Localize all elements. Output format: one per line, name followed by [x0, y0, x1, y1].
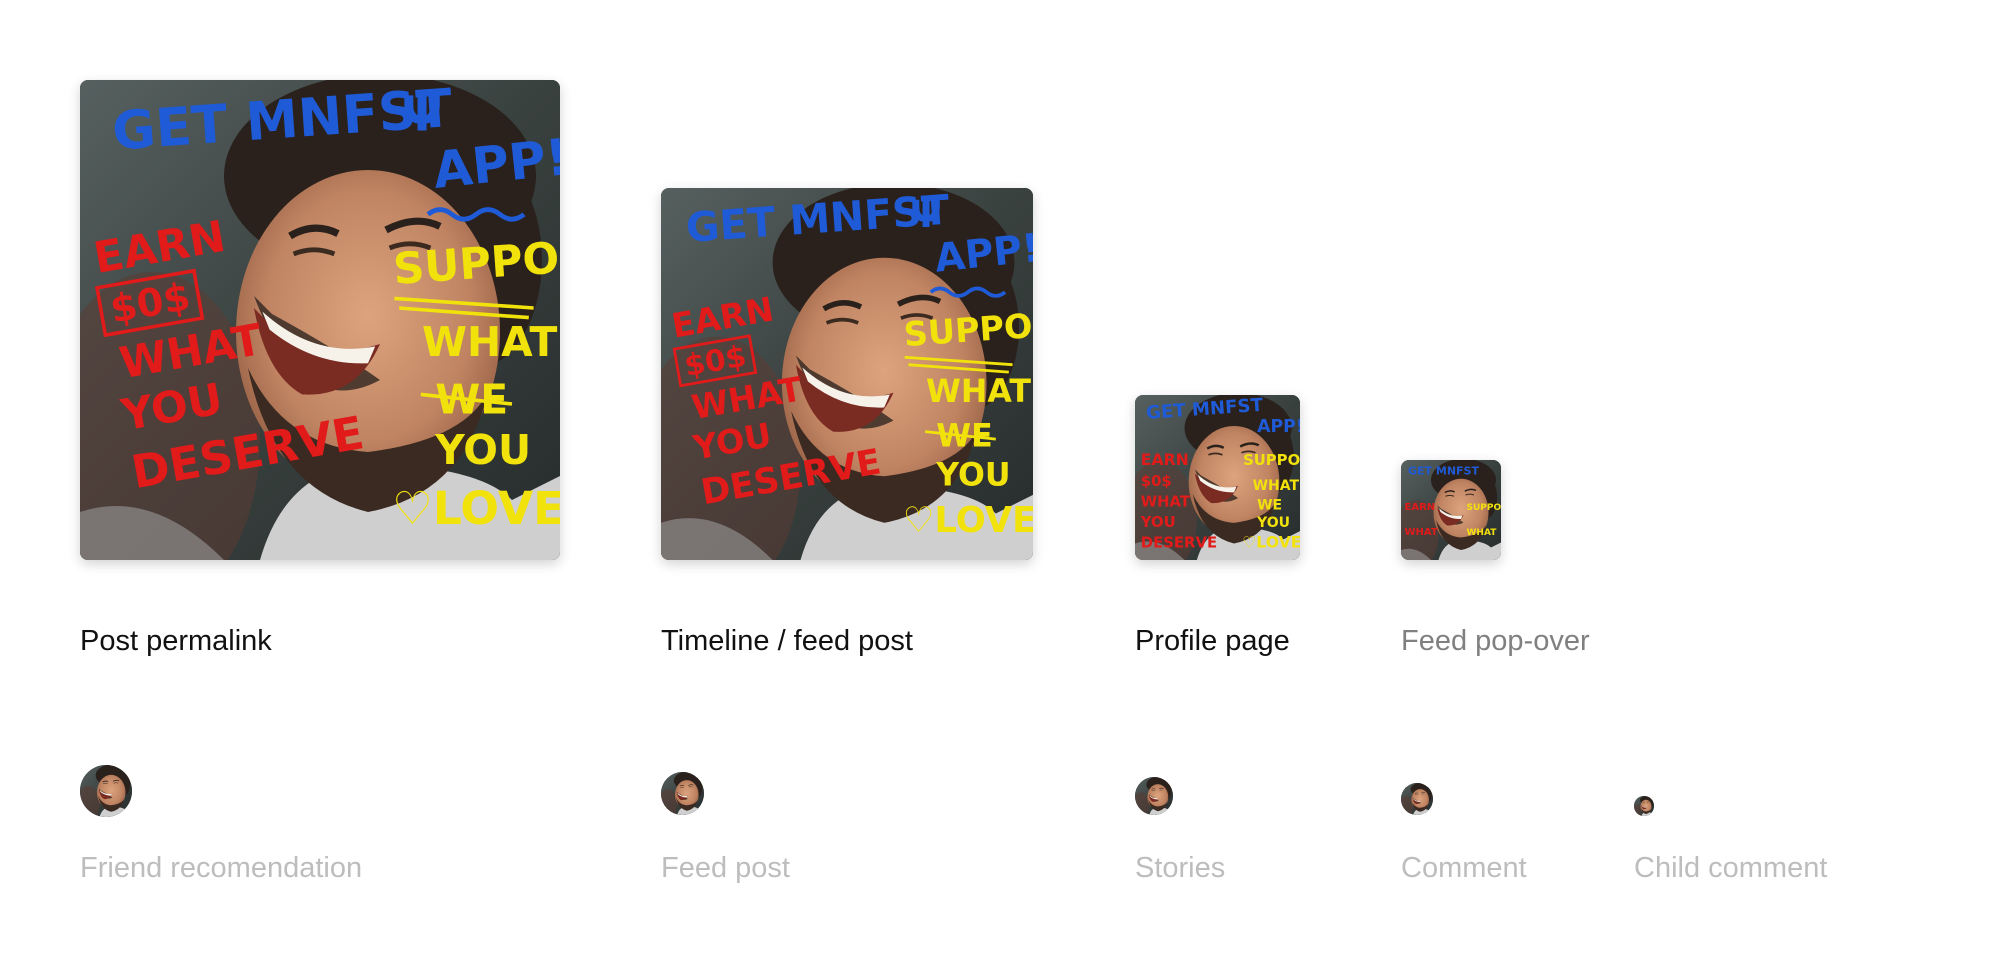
svg-text:EARN: EARN [1405, 502, 1436, 513]
svg-text:WHAT: WHAT [422, 318, 558, 366]
feed-post-label: Feed post [661, 852, 790, 884]
friend-recommendation-avatar [80, 765, 132, 817]
svg-text:YOU: YOU [434, 426, 531, 474]
svg-text:♡LOVE.: ♡LOVE. [392, 482, 560, 535]
portrait-image: GET MNFST Ψ APP! EARN $0$ WHAT YOU DESER… [661, 188, 1033, 560]
svg-text:♡LOVE.: ♡LOVE. [903, 500, 1033, 541]
svg-text:WHAT: WHAT [1467, 528, 1498, 538]
stories-avatar [1135, 777, 1173, 815]
svg-text:WHAT: WHAT [1405, 527, 1438, 538]
child-comment-avatar [1634, 796, 1654, 816]
post-permalink-label: Post permalink [80, 625, 272, 657]
feed-post-avatar [661, 772, 704, 815]
svg-text:YOU: YOU [1140, 513, 1176, 531]
svg-text:WE: WE [1257, 498, 1282, 514]
svg-text:WHAT: WHAT [1141, 492, 1191, 510]
svg-text:WHAT: WHAT [1253, 478, 1300, 494]
timeline-feed-post-label: Timeline / feed post [661, 625, 913, 657]
portrait-image: GET MNFST Ψ APP! EARN $0$ WHAT YOU DESER… [80, 80, 560, 560]
feed-popover-preview: GET MNFST EARN WHAT SUPPORT WHAT [1401, 460, 1501, 560]
svg-text:GET MNFST: GET MNFST [1408, 465, 1479, 478]
profile-page-preview: GET MNFST APP! EARN $0$ WHAT YOU DESERVE… [1135, 395, 1300, 560]
feed-popover-label: Feed pop-over [1401, 625, 1590, 657]
child-comment-label: Child comment [1634, 852, 1828, 884]
friend-recommendation-label: Friend recomendation [80, 852, 363, 884]
svg-text:Ψ: Ψ [910, 192, 942, 236]
svg-text:♡LOVE.: ♡LOVE. [1242, 533, 1300, 552]
svg-text:YOU: YOU [935, 458, 1010, 494]
svg-text:SUPPORT: SUPPORT [1243, 451, 1300, 469]
timeline-feed-post-preview: GET MNFST Ψ APP! EARN $0$ WHAT YOU DESER… [661, 188, 1033, 560]
stories-label: Stories [1135, 852, 1226, 884]
svg-text:WHAT: WHAT [926, 374, 1031, 410]
comment-avatar [1401, 783, 1433, 815]
comment-label: Comment [1401, 852, 1527, 884]
svg-text:EARN: EARN [1141, 450, 1189, 469]
profile-page-label: Profile page [1135, 625, 1290, 657]
portrait-image: GET MNFST EARN WHAT SUPPORT WHAT [1401, 460, 1501, 560]
portrait-image: GET MNFST APP! EARN $0$ WHAT YOU DESERVE… [1135, 395, 1300, 560]
svg-text:DESERVE: DESERVE [1141, 534, 1217, 552]
svg-text:$0$: $0$ [1141, 472, 1172, 490]
svg-text:YOU: YOU [1256, 515, 1290, 531]
svg-text:APP!: APP! [1257, 417, 1300, 437]
post-permalink-preview: GET MNFST Ψ APP! EARN $0$ WHAT YOU DESER… [80, 80, 560, 560]
svg-text:SUPPORT: SUPPORT [1467, 503, 1502, 513]
svg-text:Ψ: Ψ [402, 86, 443, 142]
